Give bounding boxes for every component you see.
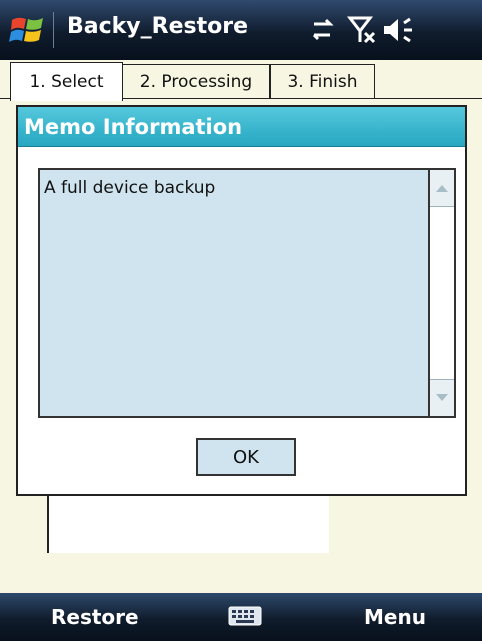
sync-arrows-icon[interactable] (312, 18, 334, 41)
tab-processing[interactable]: 2. Processing (122, 64, 270, 99)
memo-textarea[interactable]: A full device backup (38, 168, 456, 418)
chevron-up-icon (436, 185, 448, 192)
memo-dialog: Memo Information A full device backup OK (16, 105, 467, 496)
keyboard-icon[interactable] (228, 604, 262, 628)
dialog-title: Memo Information (18, 107, 465, 147)
chevron-down-icon (436, 394, 448, 401)
underlying-list-panel (47, 495, 329, 553)
softkey-bar: Restore Menu (0, 593, 482, 641)
scroll-down-button[interactable] (430, 379, 454, 416)
restore-softkey[interactable]: Restore (51, 605, 139, 629)
speaker-icon[interactable] (384, 17, 412, 43)
memo-text: A full device backup (44, 178, 216, 198)
no-signal-icon[interactable] (346, 16, 376, 44)
status-icons (312, 15, 452, 45)
memo-scrollbar[interactable] (428, 170, 454, 416)
ok-button[interactable]: OK (196, 438, 296, 476)
app-title: Backy_Restore (67, 14, 248, 39)
tab-select[interactable]: 1. Select (10, 62, 123, 101)
title-bar: Backy_Restore (0, 0, 482, 60)
windows-start-icon[interactable] (8, 12, 48, 50)
title-separator (53, 12, 54, 48)
tab-finish[interactable]: 3. Finish (270, 64, 375, 99)
scroll-up-button[interactable] (430, 170, 454, 207)
menu-softkey[interactable]: Menu (364, 605, 426, 629)
